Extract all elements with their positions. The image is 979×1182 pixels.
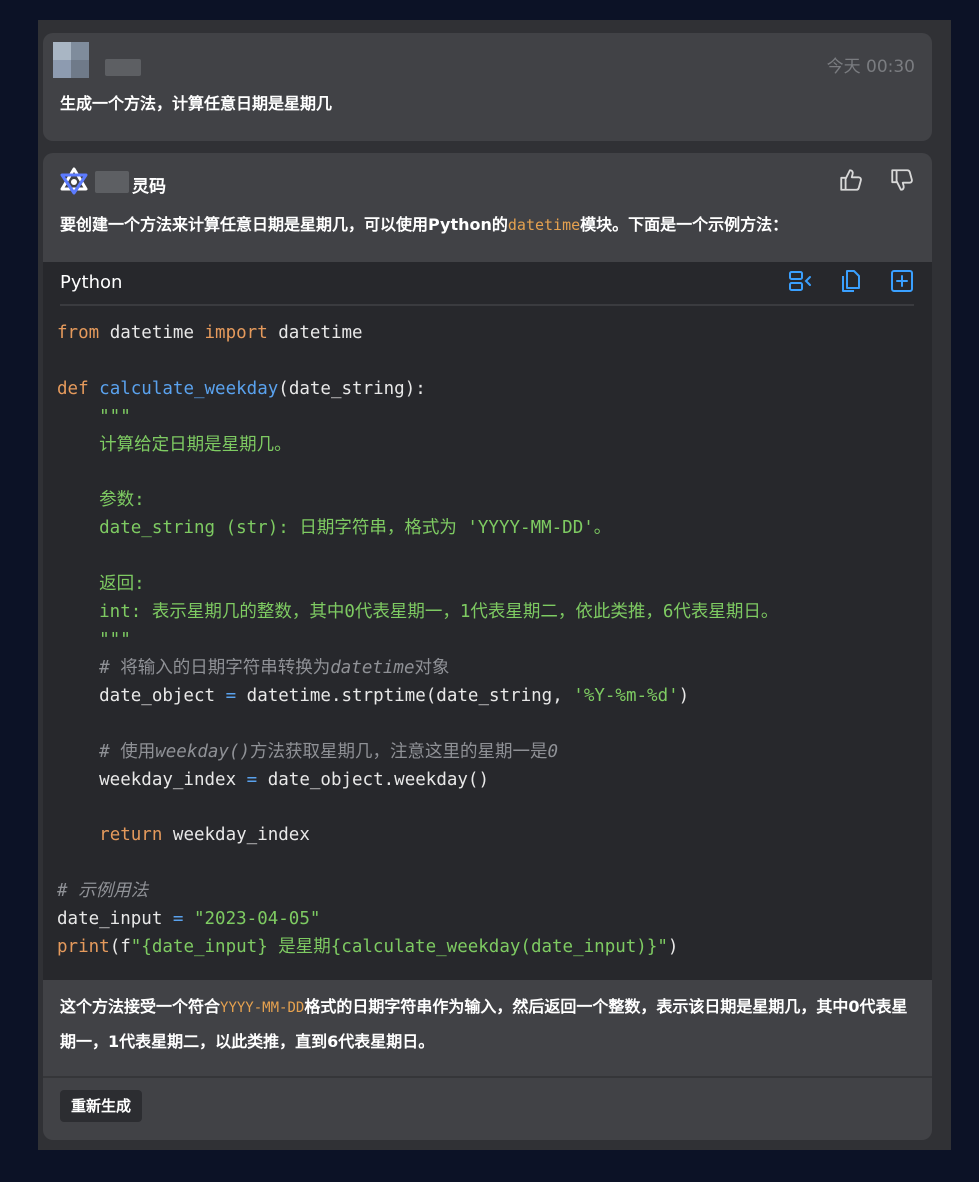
code-token: return [99, 825, 163, 846]
thumbs-down-icon[interactable] [889, 167, 915, 193]
code-language-label: Python [60, 272, 123, 293]
code-token: "{date_input} 是星期{calculate_weekday(date… [130, 936, 668, 957]
code-token: print [57, 936, 110, 957]
code-token: datetime.strptime(date_string, [236, 685, 574, 706]
user-name-redacted [105, 59, 141, 76]
code-token: date_object.weekday() [257, 769, 489, 790]
regenerate-button[interactable]: 重新生成 [60, 1090, 143, 1122]
code-token: "2023-04-05" [183, 909, 321, 930]
code-token: # 使用 [57, 741, 156, 762]
code-token: 参数: [57, 490, 145, 511]
code-token: """ [57, 406, 131, 427]
copy-icon[interactable] [838, 268, 864, 294]
code-token: 0 [547, 741, 559, 762]
footer-divider [43, 1076, 932, 1078]
user-avatar [53, 42, 89, 78]
insert-code-icon[interactable] [889, 268, 915, 294]
user-message-card [43, 33, 932, 141]
code-token: (f [109, 936, 131, 957]
inline-code: datetime [507, 216, 581, 234]
assistant-intro-text: 要创建一个方法来计算任意日期是星期几，可以使用Python的datetime模块… [60, 215, 789, 234]
code-content[interactable]: from datetime import datetime def calcul… [57, 320, 778, 962]
code-token: # 示例用法 [57, 881, 149, 902]
inline-code: YYYY-MM-DD [220, 1000, 305, 1016]
assistant-outro-text: 这个方法接受一个符合YYYY-MM-DD格式的日期字符串作为输入，然后返回一个整… [60, 997, 908, 1051]
code-token: date_object [57, 685, 226, 706]
code-token: from [57, 323, 100, 343]
code-token: weekday_index [162, 825, 310, 846]
code-token: datetime [330, 657, 415, 678]
code-token: 方法获取星期几，注意这里的星期一是 [250, 741, 548, 762]
code-token: ) [678, 685, 690, 706]
code-token: = [225, 685, 237, 706]
code-token: 对象 [414, 657, 450, 678]
assistant-name-redacted [95, 171, 129, 193]
code-token: weekday_index [57, 769, 247, 790]
code-token: int: 表示星期几的整数，其中0代表星期一，1代表星期二，依此类推，6代表星期… [57, 602, 779, 623]
code-token: = [246, 769, 258, 790]
code-token: datetime [267, 323, 363, 343]
logo-icon [60, 167, 88, 195]
code-token: 计算给定日期是星期几。 [57, 434, 292, 455]
code-header-divider [60, 304, 914, 306]
code-token: date_string (str): 日期字符串，格式为 'YYYY-MM-DD… [57, 518, 612, 539]
code-token: datetime [99, 323, 205, 343]
code-token: # 将输入的日期字符串转换为 [57, 657, 331, 678]
code-token: ) [667, 936, 679, 957]
user-message-text: 生成一个方法，计算任意日期是星期几 [60, 94, 333, 113]
code-token: weekday() [155, 741, 251, 762]
code-token: 返回: [57, 574, 145, 595]
code-token: = [172, 909, 184, 930]
code-token: def [57, 378, 89, 399]
thumbs-up-icon[interactable] [838, 167, 864, 193]
code-token: '%Y-%m-%d' [573, 685, 679, 706]
code-token: calculate_weekday [99, 378, 279, 399]
message-timestamp: 今天 00:30 [826, 57, 915, 77]
code-token: """ [57, 629, 131, 650]
assistant-name: 灵码 [132, 177, 166, 197]
code-token: import [204, 323, 268, 343]
insert-diff-icon[interactable] [787, 268, 813, 294]
code-token: (date_string): [278, 378, 426, 399]
code-token: date_input [57, 909, 173, 930]
